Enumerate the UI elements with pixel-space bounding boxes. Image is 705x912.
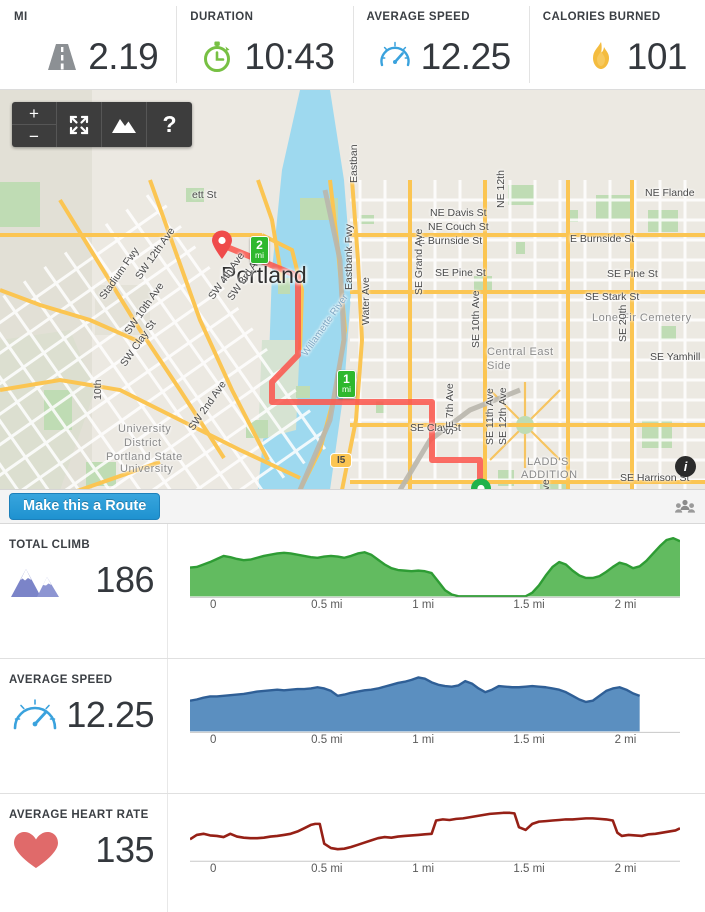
average-speed-summary: AVERAGE SPEED 12.25 xyxy=(0,659,168,793)
axis-tick-label: 0 xyxy=(210,599,217,612)
summary-stats-bar: MI 2.19 DURATION 10:43 AVERAGE SPEED 12.… xyxy=(0,0,705,90)
people-group-icon[interactable] xyxy=(675,499,695,515)
axis-tick-label: 1 mi xyxy=(412,599,435,612)
route-action-bar: Make this a Route xyxy=(0,490,705,524)
mile-marker-2: 2 mi xyxy=(250,236,269,264)
stat-calories-burned-label: CALORIES BURNED xyxy=(542,11,661,23)
flame-icon xyxy=(592,42,609,69)
stat-calories-burned-value: 101 xyxy=(626,35,688,77)
map-info-button[interactable]: i xyxy=(675,456,696,477)
terrain-button[interactable] xyxy=(102,102,147,147)
axis-tick-label: 2 mi xyxy=(614,599,637,612)
stat-duration-value: 10:43 xyxy=(244,35,335,77)
heart-icon xyxy=(14,832,58,868)
axis-tick-label: 0.5 mi xyxy=(311,734,343,747)
mile-marker-1: 1 mi xyxy=(337,370,356,398)
average-speed-plot xyxy=(190,665,680,734)
stat-duration: DURATION 10:43 xyxy=(176,0,352,89)
average-speed-chart-value: 12.25 xyxy=(66,694,154,735)
mile-marker-1-unit: mi xyxy=(342,384,351,395)
stat-distance-value: 2.19 xyxy=(88,35,159,77)
route-map[interactable]: Portland Willamette River LADD'S ADDITIO… xyxy=(0,90,705,490)
fullscreen-icon xyxy=(69,115,89,134)
average-speed-axis: 0 0.5 mi 1 mi 1.5 mi 2 mi xyxy=(210,734,655,752)
start-marker[interactable] xyxy=(211,230,233,260)
mile-marker-2-unit: mi xyxy=(255,250,264,261)
chart-row-average-heart-rate: AVERAGE HEART RATE 135 0 0.5 mi 1 mi 1.5 mi… xyxy=(0,794,705,912)
axis-tick-label: 1 mi xyxy=(412,863,435,876)
mountain-icon xyxy=(11,569,59,597)
road-icon xyxy=(48,44,77,70)
total-climb-label: TOTAL CLIMB xyxy=(9,539,91,551)
axis-tick-label: 0 xyxy=(210,734,217,747)
stat-average-speed-label: AVERAGE SPEED xyxy=(366,11,470,23)
terrain-icon xyxy=(112,118,136,133)
total-climb-chart[interactable]: 0 0.5 mi 1 mi 1.5 mi 2 mi xyxy=(168,524,705,658)
series-line xyxy=(190,813,680,849)
stat-average-speed: AVERAGE SPEED 12.25 xyxy=(352,0,529,89)
map-zoom-control[interactable]: + − xyxy=(12,102,57,147)
speedometer-icon xyxy=(379,41,410,67)
chart-row-total-climb: TOTAL CLIMB 186 0 0.5 mi 1 mi 1.5 mi 2 mi xyxy=(0,524,705,659)
speedometer-icon xyxy=(13,699,57,730)
total-climb-axis: 0 0.5 mi 1 mi 1.5 mi 2 mi xyxy=(210,599,655,617)
route-polyline xyxy=(219,242,483,489)
average-heart-rate-axis: 0 0.5 mi 1 mi 1.5 mi 2 mi xyxy=(210,863,655,881)
axis-tick-label: 1.5 mi xyxy=(513,734,545,747)
axis-tick-label: 1 mi xyxy=(412,734,435,747)
stat-distance-label: MI xyxy=(14,11,28,23)
end-marker[interactable] xyxy=(470,478,492,490)
axis-tick-label: 0.5 mi xyxy=(311,863,343,876)
average-speed-chart[interactable]: 0 0.5 mi 1 mi 1.5 mi 2 mi xyxy=(168,659,705,793)
stat-calories-burned: CALORIES BURNED 101 xyxy=(528,0,705,89)
axis-tick-label: 1.5 mi xyxy=(513,863,545,876)
average-heart-rate-label: AVERAGE HEART RATE xyxy=(9,809,149,821)
average-heart-rate-plot xyxy=(190,800,680,863)
area-fill xyxy=(190,538,680,597)
total-climb-value: 186 xyxy=(95,559,154,600)
stat-distance: MI 2.19 xyxy=(0,0,176,89)
fullscreen-button[interactable] xyxy=(57,102,102,147)
map-controls[interactable]: + − ? xyxy=(12,102,192,147)
axis-tick-label: 2 mi xyxy=(614,863,637,876)
total-climb-summary: TOTAL CLIMB 186 xyxy=(0,524,168,658)
axis-tick-label: 2 mi xyxy=(614,734,637,747)
area-fill xyxy=(190,677,640,732)
average-heart-rate-value: 135 xyxy=(95,829,154,870)
axis-tick-label: 0 xyxy=(210,863,217,876)
make-this-a-route-button[interactable]: Make this a Route xyxy=(9,493,161,520)
stopwatch-icon xyxy=(204,41,231,72)
average-heart-rate-summary: AVERAGE HEART RATE 135 xyxy=(0,794,168,912)
stat-duration-label: DURATION xyxy=(190,11,254,23)
axis-tick-label: 0.5 mi xyxy=(311,599,343,612)
zoom-in-button[interactable]: + xyxy=(12,102,56,125)
average-speed-chart-label: AVERAGE SPEED xyxy=(9,674,113,686)
help-button[interactable]: ? xyxy=(147,102,192,147)
zoom-out-button[interactable]: − xyxy=(12,125,56,147)
average-heart-rate-chart[interactable]: 0 0.5 mi 1 mi 1.5 mi 2 mi xyxy=(168,794,705,912)
chart-row-average-speed: AVERAGE SPEED 12.25 0 0.5 mi 1 mi 1.5 mi 2 m… xyxy=(0,659,705,794)
total-climb-plot xyxy=(190,530,680,599)
axis-tick-label: 1.5 mi xyxy=(513,599,545,612)
stat-average-speed-value: 12.25 xyxy=(420,35,512,77)
